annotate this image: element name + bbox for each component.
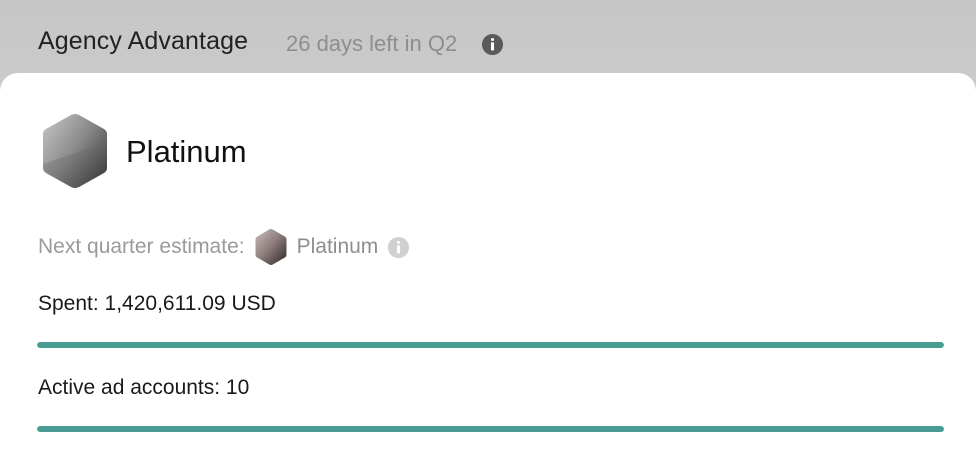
tier-card xyxy=(0,73,976,473)
info-icon[interactable] xyxy=(481,33,504,56)
platinum-hexagon-icon xyxy=(43,114,107,188)
page-title: Agency Advantage xyxy=(38,27,249,55)
active-accounts-label: Active ad accounts: 10 xyxy=(38,376,250,399)
info-icon[interactable] xyxy=(387,236,410,259)
active-accounts-progress-bar xyxy=(37,426,944,432)
spent-progress-fill xyxy=(37,342,944,348)
estimate-tier-name: Platinum xyxy=(296,235,379,258)
tier-name: Platinum xyxy=(126,134,247,169)
spent-label: Spent: 1,420,611.09 USD xyxy=(38,292,276,315)
days-left-text: 26 days left in Q2 xyxy=(286,31,458,56)
platinum-hexagon-icon xyxy=(255,229,287,265)
spent-progress-bar xyxy=(37,342,944,348)
estimate-label: Next quarter estimate: xyxy=(38,235,245,258)
next-quarter-estimate: Next quarter estimate: Platinum xyxy=(38,229,410,265)
active-accounts-progress-fill xyxy=(37,426,944,432)
